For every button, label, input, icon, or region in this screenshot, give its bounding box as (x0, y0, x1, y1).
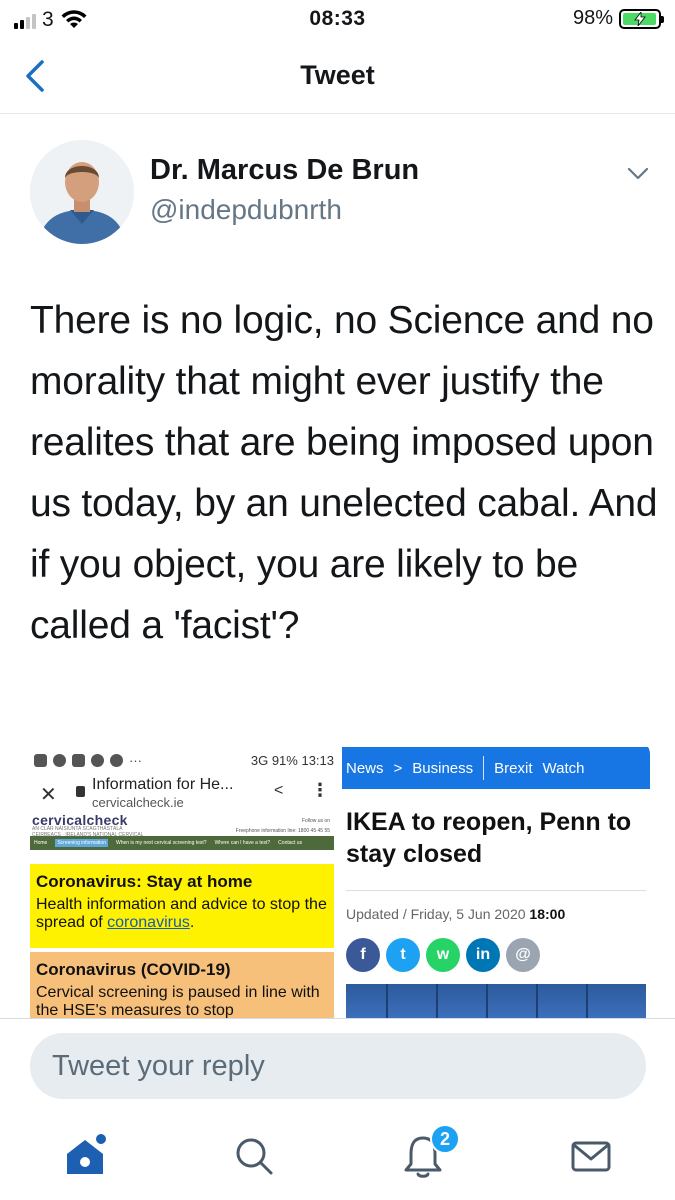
status-bar: 3 08:33 98% (0, 0, 675, 38)
tab-bar (0, 1112, 675, 1200)
site-nav-item: Home (34, 840, 48, 846)
notice-text: Health information and advice to stop th… (36, 896, 328, 932)
notice-text: Cervical screening is paused in line wit… (36, 984, 320, 1018)
notice-text-part: . (189, 914, 195, 931)
share-button-icon: w (426, 938, 460, 972)
lock-icon (76, 786, 85, 797)
notice-box-covid: Coronavirus (COVID-19) Cervical screenin… (30, 952, 334, 1018)
news-nav-item: Watch (542, 759, 585, 777)
tweet-text: There is no logic, no Science and no mor… (30, 299, 658, 647)
close-icon: ✕ (40, 784, 57, 806)
screenshot-status-bar: ··· 3G 91% 13:13 (34, 748, 334, 772)
news-updated: Updated / Friday, 5 Jun 2020 18:00 (346, 906, 565, 922)
notification-icon (91, 753, 104, 767)
overflow-menu-icon: ⋮ (311, 780, 329, 800)
site-nav-item: Contact us (278, 840, 303, 846)
site-nav-item: Screening information (55, 839, 108, 847)
author-name[interactable]: Dr. Marcus De Brun (150, 154, 419, 187)
site-nav-item: When is my next cervical screening test? (115, 840, 207, 846)
share-button-icon: f (346, 938, 380, 972)
screenshot-status-text: 3G 91% 13:13 (250, 752, 334, 768)
nav-bar: Tweet (0, 40, 675, 114)
news-headline: IKEA to reopen, Penn to stay closed (346, 808, 632, 868)
updated-time: 18:00 (529, 906, 566, 922)
browser-page-title: Information for He... (92, 776, 234, 793)
battery-icon (619, 8, 664, 29)
browser-domain: cervicalcheck.ie (92, 795, 184, 810)
search-icon[interactable] (230, 1132, 278, 1180)
share-button-icon: @ (506, 938, 540, 972)
reply-area: Tweet your reply (0, 1018, 675, 1112)
notice-heading: Coronavirus: Stay at home (36, 872, 253, 891)
share-buttons: f t w in @ (346, 938, 540, 972)
media-image-right[interactable]: News > Business Brexit Watch IKEA to reo… (342, 740, 650, 1018)
news-nav-item: News (346, 759, 384, 777)
browser-url-bar: ✕ Information for He... cervicalcheck.ie… (26, 774, 338, 814)
notice-box-stay-home: Coronavirus: Stay at home Health informa… (30, 864, 334, 948)
site-nav: Home Screening information When is my ne… (30, 836, 334, 850)
charging-bolt-icon (633, 11, 646, 26)
news-nav-item: Business (412, 759, 474, 777)
news-nav-item: Brexit (494, 759, 533, 777)
author-handle[interactable]: @indepdubnrth (150, 194, 342, 226)
notification-icon (110, 753, 123, 767)
profile-photo (30, 140, 134, 244)
share-button-icon: in (466, 938, 500, 972)
reply-input[interactable]: Tweet your reply (30, 1033, 646, 1099)
battery-percent: 98% (572, 7, 613, 29)
news-site-nav: News > Business Brexit Watch (342, 747, 650, 789)
page-title: Tweet (300, 60, 375, 90)
divider (346, 890, 646, 891)
notification-icon (72, 753, 85, 767)
divider (483, 756, 485, 780)
media-image-left[interactable]: ··· 3G 91% 13:13 ✕ Information for He...… (26, 740, 338, 1018)
share-button-icon: t (386, 938, 420, 972)
follow-text: Follow us on (301, 818, 330, 824)
notice-link: coronavirus (107, 914, 190, 931)
site-nav-item: Where can I have a test? (214, 840, 271, 846)
notice-heading: Coronavirus (COVID-19) (36, 960, 231, 979)
notification-icon (34, 753, 47, 767)
avatar[interactable] (30, 140, 134, 244)
share-icon: < (274, 782, 284, 799)
updated-label: Updated / Friday, 5 Jun 2020 (346, 906, 530, 922)
freephone-text: Freephone information line: 1800 45 45 5… (235, 828, 330, 834)
home-icon[interactable] (61, 1132, 109, 1180)
more-icon: ··· (129, 752, 142, 768)
chevron-right-icon: > (393, 759, 403, 777)
chevron-down-icon[interactable] (625, 160, 651, 186)
tweet-media[interactable]: ··· 3G 91% 13:13 ✕ Information for He...… (26, 740, 650, 1018)
notifications-badge: 2 (430, 1124, 460, 1154)
news-photo (346, 984, 646, 1018)
notification-icon (53, 753, 66, 767)
messages-envelope-icon[interactable] (567, 1132, 615, 1180)
